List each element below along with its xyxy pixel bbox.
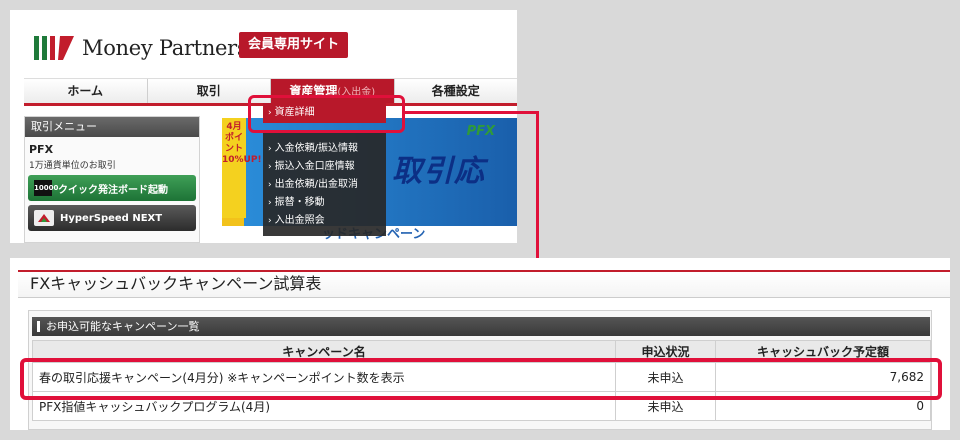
asset-dropdown-menu: › 入金依頼/振込情報 › 振込入金口座情報 › 出金依頼/出金取消 › 振替・移動 ›…: [263, 132, 386, 236]
nav-home-label: ホーム: [67, 84, 104, 98]
trade-menu-sidebar: 取引メニュー PFX 1万通貨単位のお取引 10000 クイック発注ボード起動 …: [24, 116, 200, 243]
highlight-campaign-row: [20, 358, 942, 400]
dropdown-item-history[interactable]: › 入出金照会: [268, 212, 386, 230]
banner-pfx-label: PFX: [466, 124, 495, 139]
quick-order-label: クイック発注ボード起動: [58, 184, 168, 196]
pfx-title: PFX: [29, 143, 54, 156]
dropdown-item-deposit-request[interactable]: › 入金依頼/振込情報: [268, 140, 386, 158]
dropdown-item-label: 入出金照会: [274, 215, 325, 226]
chevron-right-icon: ›: [268, 198, 272, 208]
section-title: お申込可能なキャンペーン一覧: [32, 317, 930, 336]
dropdown-item-withdrawal[interactable]: › 出金依頼/出金取消: [268, 176, 386, 194]
dropdown-item-label: 振替・移動: [274, 197, 325, 208]
dropdown-item-deposit-account[interactable]: › 振込入金口座情報: [268, 158, 386, 176]
logo-text: Money Partners: [82, 36, 248, 60]
money-partners-logo-icon: [34, 36, 74, 60]
chevron-right-icon: ›: [268, 180, 272, 190]
chevron-right-icon: ›: [268, 216, 272, 226]
chevron-right-icon: ›: [268, 144, 272, 154]
hyperspeed-label: HyperSpeed NEXT: [60, 212, 163, 224]
banner-headline: 取引応: [392, 154, 485, 189]
quick-order-board-button[interactable]: 10000 クイック発注ボード起動: [28, 175, 196, 201]
nav-settings[interactable]: 各種設定: [395, 79, 518, 103]
points-up-badge: 4月ポイント10%UP!: [222, 118, 262, 218]
trade-menu-header: 取引メニュー: [25, 117, 199, 137]
page-title: FXキャッシュバックキャンペーン試算表: [18, 270, 950, 298]
highlight-asset-detail: [248, 95, 405, 133]
dropdown-item-transfer[interactable]: › 振替・移動: [268, 194, 386, 212]
nav-settings-label: 各種設定: [431, 84, 480, 98]
hyperspeed-icon: [34, 210, 54, 226]
hyperspeed-next-button[interactable]: HyperSpeed NEXT: [28, 205, 196, 231]
dropdown-item-label: 振込入金口座情報: [274, 161, 355, 172]
chevron-right-icon: ›: [268, 162, 272, 172]
dropdown-item-label: 出金依頼/出金取消: [274, 179, 358, 190]
quick-order-icon: 10000: [34, 180, 58, 196]
dropdown-item-label: 入金依頼/振込情報: [274, 143, 358, 154]
campaign-calculator-panel: FXキャッシュバックキャンペーン試算表 お申込可能なキャンペーン一覧 キャンペー…: [10, 258, 950, 430]
member-site-badge: 会員専用サイト: [239, 32, 349, 58]
nav-home[interactable]: ホーム: [24, 79, 148, 103]
arrow-connector-horizontal: [405, 111, 539, 114]
pfx-description: 1万通貨単位のお取引: [29, 161, 116, 171]
nav-trade-label: 取引: [196, 84, 221, 98]
